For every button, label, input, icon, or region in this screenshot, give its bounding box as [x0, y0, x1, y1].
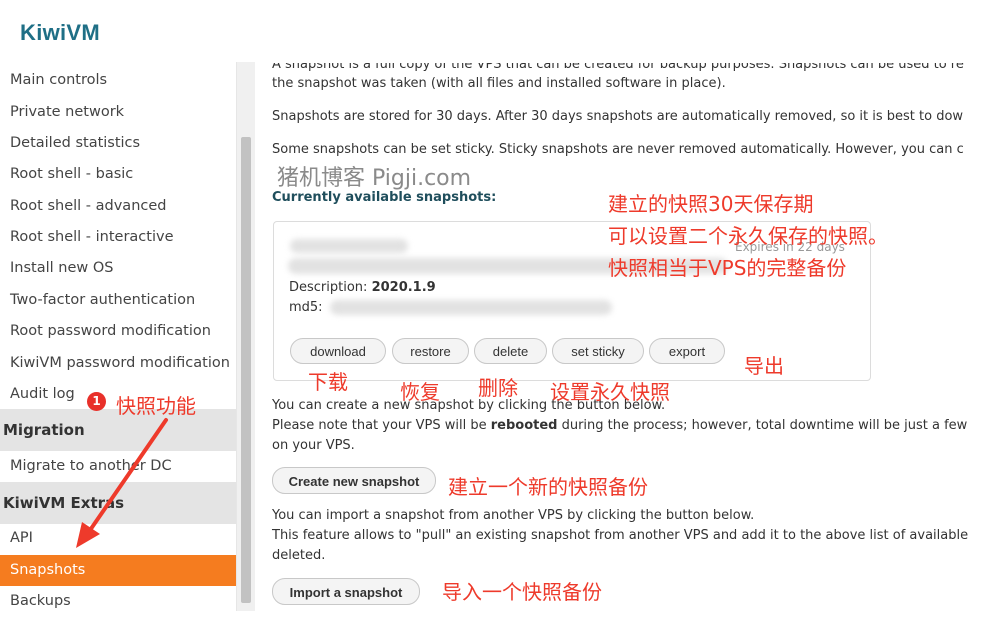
- download-button[interactable]: download: [290, 338, 386, 364]
- sidebar-item-two-factor-auth[interactable]: Two-factor authentication: [0, 285, 236, 316]
- sidebar-item-main-controls[interactable]: Main controls: [0, 65, 236, 96]
- sidebar-scrollbar-thumb[interactable]: [241, 137, 251, 603]
- export-button[interactable]: export: [649, 338, 725, 364]
- annotation-note2: 可以设置二个永久保存的快照。: [608, 224, 888, 248]
- restore-button[interactable]: restore: [392, 338, 469, 364]
- snapshot-description-value: 2020.1.9: [371, 280, 436, 295]
- sidebar-item-detailed-statistics[interactable]: Detailed statistics: [0, 128, 236, 159]
- sidebar-item-root-shell-basic[interactable]: Root shell - basic: [0, 159, 236, 190]
- set-sticky-button[interactable]: set sticky: [552, 338, 644, 364]
- stored-text: Snapshots are stored for 30 days. After …: [272, 109, 964, 124]
- sidebar: Main controls Private network Detailed s…: [0, 62, 236, 611]
- create-snapshot-button[interactable]: Create new snapshot: [272, 467, 436, 494]
- kiwivm-logo: KiwiVM: [20, 20, 101, 45]
- create-text-line3: on your VPS.: [272, 438, 355, 453]
- import-text-line2: This feature allows to "pull" an existin…: [272, 528, 969, 543]
- sidebar-item-kiwivm-password[interactable]: KiwiVM password modification: [0, 348, 236, 379]
- sidebar-item-backups[interactable]: Backups: [0, 586, 236, 617]
- annotation-note1: 建立的快照30天保存期: [608, 192, 814, 216]
- snapshot-md5-label: md5:: [289, 300, 323, 315]
- annotation-download: 下载: [308, 370, 348, 394]
- sidebar-item-root-shell-interactive[interactable]: Root shell - interactive: [0, 222, 236, 253]
- sidebar-item-install-new-os[interactable]: Install new OS: [0, 253, 236, 284]
- watermark-text: 猪机博客 Pigji.com: [277, 166, 472, 191]
- sidebar-item-migrate-dc[interactable]: Migrate to another DC: [0, 451, 236, 482]
- sidebar-item-private-network[interactable]: Private network: [0, 97, 236, 128]
- create-text-post: during the process; however, total downt…: [557, 418, 968, 433]
- annotation-snapshot-feature: 快照功能: [116, 394, 196, 418]
- import-text-line3: deleted.: [272, 548, 326, 563]
- intro-text-line2: the snapshot was taken (with all files a…: [272, 76, 726, 91]
- annotation-restore: 恢复: [400, 380, 440, 404]
- sidebar-item-snapshots[interactable]: Snapshots: [0, 555, 236, 586]
- intro-text-line1: A snapshot is a full copy of the VPS tha…: [272, 57, 964, 72]
- annotation-import: 导入一个快照备份: [442, 580, 602, 604]
- annotation-note3: 快照相当于VPS的完整备份: [608, 256, 847, 280]
- snapshot-description: Description: 2020.1.9: [289, 280, 436, 295]
- annotation-create: 建立一个新的快照备份: [448, 475, 648, 499]
- sidebar-item-root-shell-advanced[interactable]: Root shell - advanced: [0, 191, 236, 222]
- sidebar-item-root-password[interactable]: Root password modification: [0, 316, 236, 347]
- snapshot-name-redacted: [290, 239, 408, 253]
- annotation-export: 导出: [744, 354, 784, 378]
- snapshot-description-label: Description:: [289, 280, 368, 295]
- sticky-text: Some snapshots can be set sticky. Sticky…: [272, 142, 964, 157]
- sidebar-header-kiwivm-extras: KiwiVM Extras: [0, 482, 236, 524]
- step-badge: 1: [87, 392, 106, 411]
- snapshot-md5-redacted: [330, 300, 612, 315]
- create-text-bold: rebooted: [490, 418, 558, 433]
- create-text-pre: Please note that your VPS will be: [272, 418, 491, 433]
- sidebar-item-api[interactable]: API: [0, 523, 236, 554]
- annotation-set-sticky: 设置永久快照: [550, 380, 670, 404]
- import-snapshot-button[interactable]: Import a snapshot: [272, 578, 420, 605]
- import-text-line1: You can import a snapshot from another V…: [272, 508, 755, 523]
- annotation-delete: 删除: [478, 376, 518, 400]
- create-text-line2: Please note that your VPS will be reboot…: [272, 416, 967, 436]
- delete-button[interactable]: delete: [474, 338, 547, 364]
